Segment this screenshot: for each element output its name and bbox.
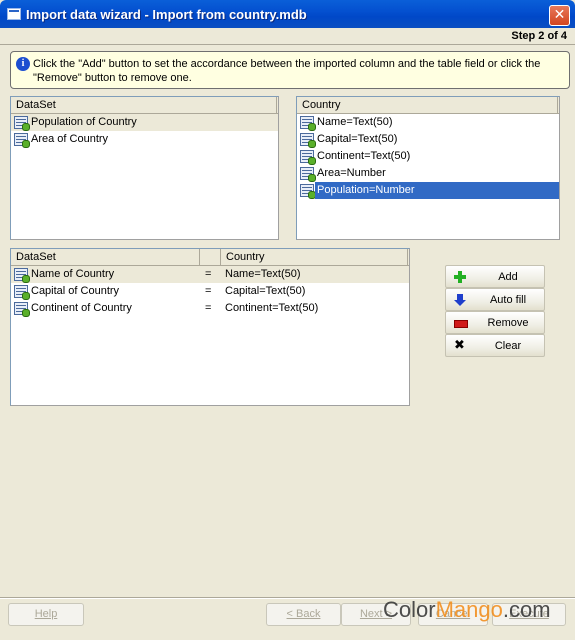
clear-button[interactable]: ✖ Clear [445,334,545,357]
equals-sign: = [205,268,212,280]
title-bar[interactable]: Import data wizard - Import from country… [0,0,575,28]
country-list[interactable]: Country Name=Text(50) Capital=Text(50) C… [296,96,560,240]
watermark: ColorMango.com [383,597,551,623]
down-arrow-icon [454,294,466,306]
list-item[interactable]: Name=Text(50) [297,114,559,131]
table-row[interactable]: Capital of Country = Capital=Text(50) [11,283,409,300]
close-button[interactable]: ✕ [549,5,570,26]
dataset-list-header[interactable]: DataSet [11,97,278,114]
field-icon [300,167,316,182]
window-icon [7,8,21,20]
info-panel: i Click the "Add" button to set the acco… [10,51,570,89]
list-item[interactable]: Area=Number [297,165,559,182]
field-icon [14,116,30,131]
list-item[interactable]: Population of Country [11,114,278,131]
dataset-list[interactable]: DataSet Population of Country Area of Co… [10,96,279,240]
watermark-color: Color [383,597,436,622]
column-header-dataset[interactable]: DataSet [11,249,200,265]
mapping-table-header: DataSet Country [11,249,409,266]
list-item-selected[interactable]: Population=Number [297,182,559,199]
field-icon [14,302,30,317]
import-wizard-window: Import data wizard - Import from country… [0,0,575,640]
plus-icon [454,271,466,283]
help-button[interactable]: Help [8,603,84,626]
field-icon [300,184,316,199]
field-icon [300,150,316,165]
field-icon [300,116,316,131]
column-header-dataset[interactable]: DataSet [11,97,277,113]
table-row[interactable]: Name of Country = Name=Text(50) [11,266,409,283]
auto-fill-button[interactable]: Auto fill [445,288,545,311]
equals-sign: = [205,302,212,314]
list-item[interactable]: Area of Country [11,131,278,148]
country-field: Name=Text(50) [225,268,301,280]
back-button[interactable]: < Back [266,603,341,626]
column-header-country[interactable]: Country [297,97,558,113]
clear-icon: ✖ [454,338,465,353]
equals-sign: = [205,285,212,297]
wizard-header: Step 2 of 4 [0,28,575,45]
step-indicator: Step 2 of 4 [511,30,567,42]
remove-button[interactable]: Remove [445,311,545,334]
column-header-equals[interactable] [200,249,221,265]
country-field: Continent=Text(50) [225,302,319,314]
watermark-mango: Mango [435,597,503,622]
window-title: Import data wizard - Import from country… [26,7,307,22]
info-icon: i [16,57,30,71]
watermark-com: .com [502,597,551,622]
column-header-country[interactable]: Country [221,249,408,265]
field-icon [14,285,30,300]
add-button[interactable]: Add [445,265,545,288]
field-icon [14,133,30,148]
country-field: Capital=Text(50) [225,285,306,297]
field-icon [14,268,30,283]
list-item[interactable]: Capital=Text(50) [297,131,559,148]
table-row[interactable]: Continent of Country = Continent=Text(50… [11,300,409,317]
mapping-table[interactable]: DataSet Country Name of Country = Name=T… [10,248,410,406]
info-text: Click the "Add" button to set the accord… [33,58,541,84]
list-item[interactable]: Continent=Text(50) [297,148,559,165]
country-list-header[interactable]: Country [297,97,559,114]
field-icon [300,133,316,148]
minus-icon [454,317,468,329]
